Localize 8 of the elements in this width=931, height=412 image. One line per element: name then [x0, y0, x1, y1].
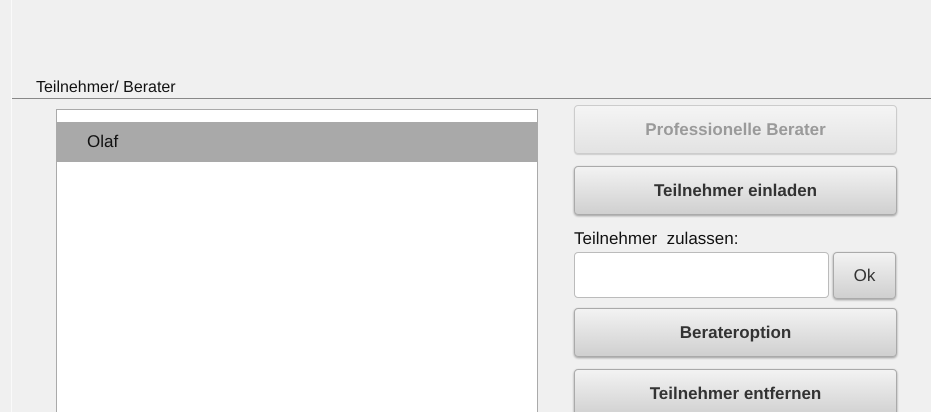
admit-input-field[interactable] [574, 252, 829, 298]
action-button[interactable]: Teilnehmer einladen [574, 166, 897, 215]
section-title: Teilnehmer/ Berater [35, 78, 177, 97]
admit-label: Teilnehmer zulassen: [574, 229, 740, 249]
action-button[interactable]: Teilnehmer entfernen [574, 369, 897, 412]
participant-item[interactable]: Olaf [57, 122, 537, 162]
ok-button[interactable]: Ok [833, 252, 896, 299]
action-button[interactable]: Berateroption [574, 308, 897, 357]
